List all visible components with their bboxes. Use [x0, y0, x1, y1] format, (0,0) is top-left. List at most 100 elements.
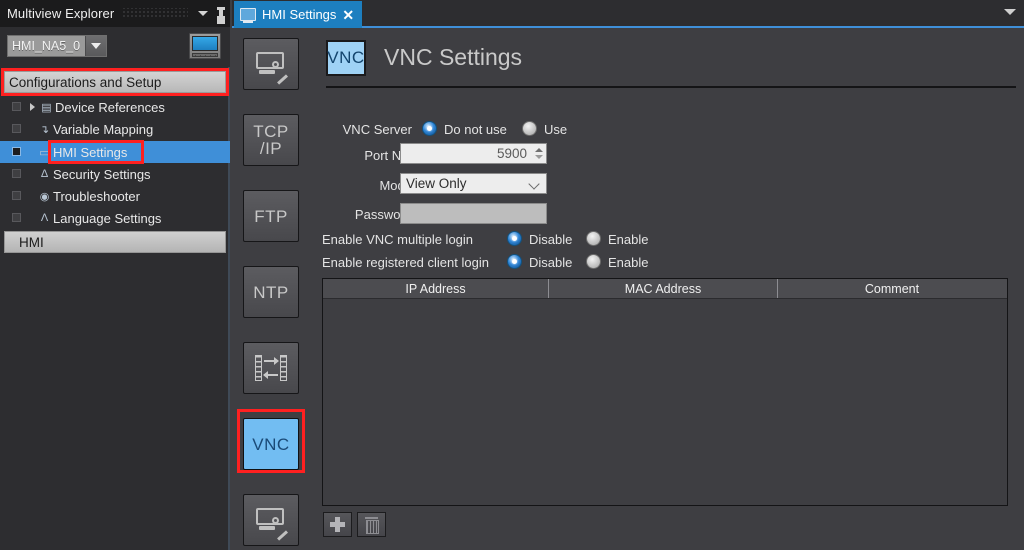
spinner-updown-icon[interactable] [532, 144, 546, 163]
explorer-header: Multiview Explorer [0, 0, 230, 27]
radio-registered-client-enable[interactable] [586, 254, 601, 269]
radio-multiple-login-disable[interactable] [507, 231, 522, 246]
strip-button-tcpip[interactable]: TCP /IP [243, 114, 299, 166]
chevron-down-icon[interactable] [1004, 9, 1016, 15]
language-settings-icon: Λ [40, 212, 49, 224]
vnc-icon: VNC [252, 434, 290, 454]
radio-label-registered-enable: Enable [608, 255, 649, 270]
vnc-icon: VNC [326, 40, 366, 76]
sidebar-item-label: HMI Settings [53, 144, 128, 160]
header-divider [326, 86, 1016, 88]
table-body[interactable] [323, 299, 1007, 504]
radio-label-multiple-disable: Disable [529, 232, 573, 247]
sidebar-item-variable-mapping[interactable]: ↴ Variable Mapping [0, 118, 230, 140]
radio-registered-client-disable[interactable] [507, 254, 522, 269]
table-header-row: IP Address MAC Address Comment [323, 279, 1007, 299]
multiview-explorer-panel: Multiview Explorer HMI_NA5_0 Configurati… [0, 0, 230, 550]
device-combo-value: HMI_NA5_0 [12, 39, 81, 53]
tree-bullet [12, 124, 21, 133]
add-row-button[interactable] [323, 512, 352, 537]
radio-label-registered-disable: Disable [529, 255, 573, 270]
table-column-mac-address[interactable]: MAC Address [549, 279, 778, 298]
radio-label-do-not-use: Do not use [444, 122, 507, 137]
application-window: Multiview Explorer HMI_NA5_0 Configurati… [0, 0, 1024, 550]
registered-client-login-label: Enable registered client login [322, 255, 489, 270]
table-column-ip-address[interactable]: IP Address [323, 279, 549, 298]
client-table: IP Address MAC Address Comment [322, 278, 1008, 506]
sidebar-item-label: Security Settings [53, 166, 151, 182]
pin-icon [215, 6, 227, 21]
radio-label-multiple-enable: Enable [608, 232, 649, 247]
table-column-comment[interactable]: Comment [778, 279, 1006, 298]
sidebar-item-label: Configurations and Setup [9, 74, 162, 90]
page-header: VNC VNC Settings [326, 34, 1016, 88]
chevron-down-icon [198, 11, 208, 16]
radio-vnc-server-use[interactable] [522, 121, 537, 136]
sidebar-item-language-settings[interactable]: Λ Language Settings [0, 207, 230, 229]
vnc-server-label: VNC Server [342, 122, 412, 137]
hmi-settings-icon: ▭ [39, 146, 50, 159]
editor-area: HMI Settings ✕ TCP /IP FTP NTP VNC VNC V… [232, 0, 1024, 550]
variable-mapping-icon: ↴ [39, 123, 50, 136]
device-references-icon: ▤ [41, 101, 52, 114]
strip-button-ntp[interactable]: NTP [243, 266, 299, 318]
mode-value: View Only [406, 176, 467, 191]
tab-label: HMI Settings [262, 7, 337, 22]
sidebar-item-hmi-settings[interactable]: ▭ HMI Settings [0, 141, 230, 163]
tcp-ip-icon: TCP /IP [253, 122, 289, 158]
mode-label: Mode [379, 178, 412, 193]
tab-hmi-settings[interactable]: HMI Settings ✕ [234, 1, 363, 28]
hmi-settings-icon [240, 8, 256, 23]
close-icon[interactable]: ✕ [342, 8, 354, 22]
radio-multiple-login-enable[interactable] [586, 231, 601, 246]
password-input[interactable] [400, 203, 547, 224]
sidebar-item-troubleshooter[interactable]: ◉ Troubleshooter [0, 185, 230, 207]
chevron-down-icon [530, 179, 539, 188]
tree-bullet [12, 191, 21, 200]
radio-vnc-server-do-not-use[interactable] [422, 121, 437, 136]
chevron-right-icon[interactable] [30, 103, 35, 111]
data-transfer-icon [255, 355, 287, 381]
drag-handle-dots[interactable] [122, 8, 188, 19]
strip-button-display[interactable] [243, 38, 299, 90]
port-value: 5900 [496, 146, 527, 161]
tab-strip: HMI Settings ✕ [232, 0, 1024, 28]
hmi-display-screen [192, 36, 218, 51]
chevron-down-icon [91, 43, 101, 49]
tree-bullet [12, 102, 21, 111]
explorer-pin-button[interactable] [212, 3, 230, 25]
explorer-menu-button[interactable] [194, 3, 212, 25]
hmi-display-base [192, 53, 218, 57]
sidebar-item-configurations-and-setup[interactable]: Configurations and Setup [4, 71, 226, 93]
strip-button-ftp[interactable]: FTP [243, 190, 299, 242]
strip-button-display-2[interactable] [243, 494, 299, 546]
device-combo[interactable]: HMI_NA5_0 [7, 35, 107, 57]
plus-icon [330, 517, 345, 532]
sidebar-item-label: Variable Mapping [53, 121, 154, 137]
device-selector-row: HMI_NA5_0 [0, 27, 230, 67]
monitor-wrench-icon [256, 508, 289, 541]
tree-bullet [12, 147, 21, 156]
sidebar-item-label: Device References [55, 99, 165, 115]
strip-button-transfer[interactable] [243, 342, 299, 394]
sidebar-item-device-references[interactable]: ▤ Device References [0, 96, 230, 118]
tree-bullet [12, 169, 21, 178]
sidebar-item-security-settings[interactable]: Δ Security Settings [0, 163, 230, 185]
trash-icon [365, 517, 379, 534]
delete-row-button[interactable] [357, 512, 386, 537]
sidebar-item-label: Language Settings [53, 210, 162, 226]
hmi-display-icon[interactable] [189, 33, 221, 59]
ntp-icon: NTP [253, 282, 289, 302]
device-combo-arrow[interactable] [85, 36, 106, 56]
port-input[interactable]: 5900 [400, 143, 547, 164]
sidebar-item-hmi[interactable]: HMI [4, 231, 226, 253]
security-settings-icon: Δ [40, 168, 49, 180]
page-title: VNC Settings [384, 44, 523, 70]
strip-button-vnc[interactable]: VNC [243, 418, 299, 470]
port-label: Port No. [364, 148, 412, 163]
sidebar-item-label: Troubleshooter [53, 188, 140, 204]
mode-select[interactable]: View Only [400, 173, 547, 194]
monitor-wrench-icon [256, 52, 289, 85]
tree-bullet [12, 213, 21, 222]
explorer-title: Multiview Explorer [7, 6, 115, 21]
